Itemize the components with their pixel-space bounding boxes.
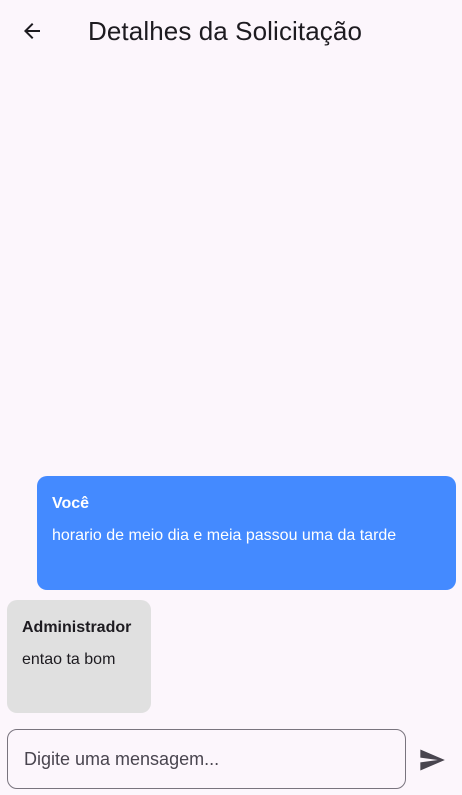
message-input-container bbox=[7, 729, 406, 789]
message-bubble-incoming: Administrador entao ta bom bbox=[7, 600, 151, 713]
arrow-back-icon bbox=[24, 23, 40, 39]
message-sender: Administrador bbox=[22, 619, 132, 636]
message-text: horario de meio dia e meia passou uma da… bbox=[52, 527, 397, 544]
message-sender: Você bbox=[52, 495, 90, 512]
app-bar: Detalhes da Solicitação bbox=[0, 0, 462, 62]
message-bubble-outgoing: Você horario de meio dia e meia passou u… bbox=[37, 476, 456, 590]
page-title: Detalhes da Solicitação bbox=[88, 16, 363, 46]
send-button[interactable] bbox=[412, 740, 452, 780]
message-input[interactable] bbox=[24, 748, 389, 770]
back-button[interactable] bbox=[14, 13, 50, 49]
message-text: entao ta bom bbox=[22, 651, 116, 668]
chat-screen: Detalhes da Solicitação Você horario de … bbox=[0, 0, 462, 795]
send-icon bbox=[420, 749, 445, 771]
